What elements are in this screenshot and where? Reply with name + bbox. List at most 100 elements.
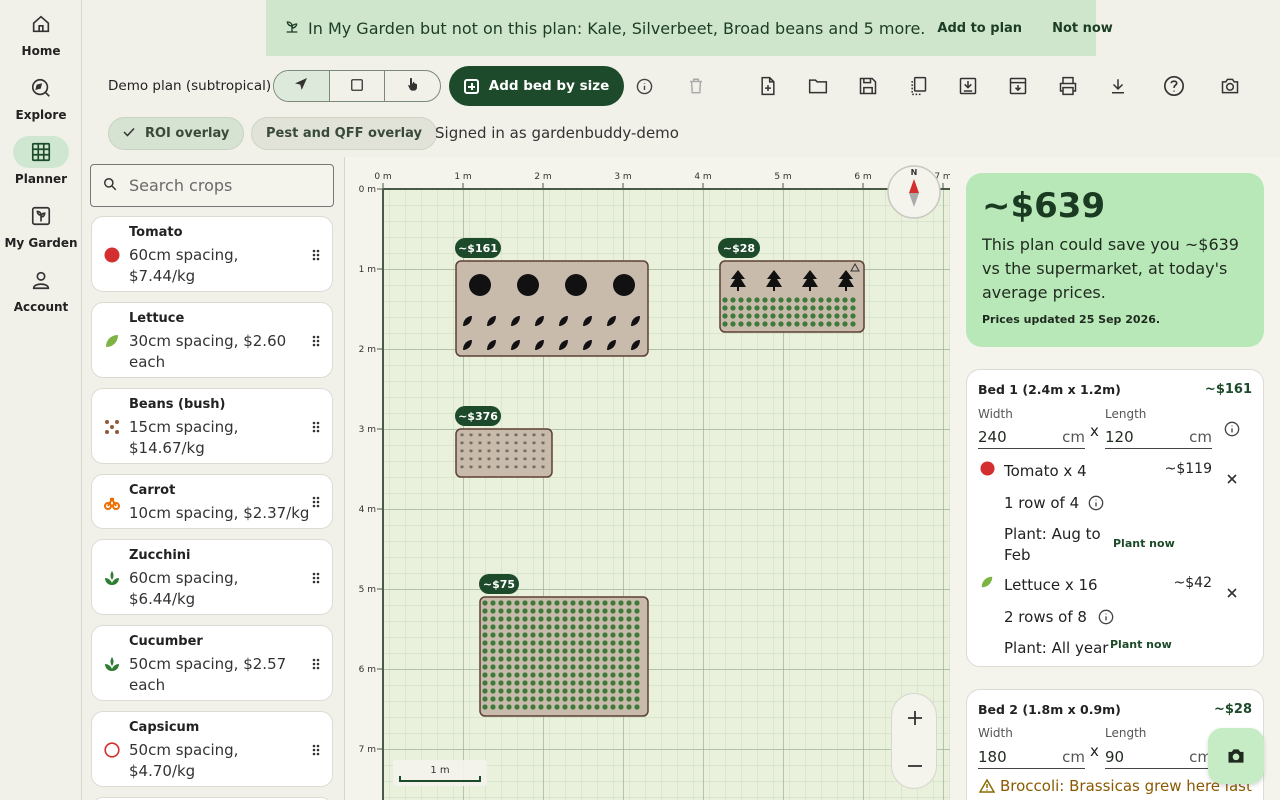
nav-planner[interactable]: Planner (0, 136, 82, 186)
y-tick-label: 0 m (359, 185, 376, 195)
compass[interactable]: N (887, 165, 941, 219)
length-field[interactable]: 120 cm (1105, 425, 1212, 449)
bed-title: Bed 1 (2.4m x 1.2m) (978, 382, 1121, 397)
width-unit: cm (1062, 427, 1085, 446)
width-field[interactable]: 240 cm (978, 425, 1085, 449)
bed-3[interactable]: * * * * * * * * * ** * * * * * * * * ** * * * * * * * * ** * * * * * * * * *… (455, 428, 553, 478)
roi-overlay-toggle[interactable]: ROI overlay (108, 117, 245, 150)
carrot-icon (104, 496, 120, 510)
camera-fab-button[interactable] (1208, 728, 1264, 784)
crop-search[interactable] (90, 164, 334, 207)
length-value: 120 (1105, 427, 1134, 446)
svg-text:1 m: 1 m (430, 765, 449, 776)
info-icon[interactable] (1098, 609, 1114, 625)
planner-canvas[interactable]: 0 m 1 m 2 m 3 m 4 m 5 m 6 m 7 m 0 m 1 m 2 m 3 m 4 m… (344, 157, 950, 800)
trash-icon (690, 78, 702, 94)
hand-pointer-icon (405, 76, 421, 96)
sidebar-nav: Home Explore Planner My Garden Account (0, 0, 82, 800)
user-icon (13, 264, 69, 296)
save-button[interactable] (856, 74, 880, 98)
nav-home[interactable]: Home (0, 8, 82, 58)
crop-card[interactable]: Carrot 10cm spacing, $2.37/kg (91, 474, 333, 529)
width-value: 180 (978, 747, 1007, 766)
length-field[interactable]: 90 cm (1105, 745, 1212, 769)
roi-overlay-label: ROI overlay (145, 126, 230, 141)
add-bed-by-size-button[interactable]: Add bed by size (449, 66, 624, 106)
remove-crop-icon[interactable] (1227, 474, 1237, 484)
info-icon[interactable] (1088, 495, 1104, 511)
drag-handle-icon[interactable] (312, 572, 320, 584)
crop-card[interactable]: Lettuce 30cm spacing, $2.60 each (91, 302, 333, 378)
bed-2[interactable] (719, 260, 865, 333)
plan-name[interactable]: Demo plan (subtropical) (108, 78, 271, 94)
drag-handle-icon[interactable] (312, 249, 320, 261)
square-icon (350, 77, 364, 96)
drag-handle-icon[interactable] (312, 335, 320, 347)
crop-card[interactable]: Beans (bush) 15cm spacing, $14.67/kg (91, 388, 333, 464)
archive-button[interactable] (1006, 74, 1030, 98)
add-box-icon (463, 78, 479, 94)
drag-handle-icon[interactable] (312, 744, 320, 756)
dimension-times: x (1090, 422, 1099, 440)
screenshot-button[interactable] (1218, 74, 1242, 98)
crop-card[interactable]: Cucumber 50cm spacing, $2.57 each (91, 625, 333, 701)
crop-name: Beans (bush) (129, 397, 226, 412)
info-button[interactable] (632, 74, 656, 98)
crop-name: Capsicum (129, 720, 200, 735)
duplicate-button[interactable] (906, 74, 930, 98)
pointer-tool[interactable] (385, 71, 440, 101)
x-tick-label: 2 m (534, 172, 551, 182)
help-button[interactable] (1162, 74, 1186, 98)
y-tick-label: 3 m (359, 425, 376, 435)
navigation-arrow-icon (293, 76, 309, 96)
zoom-out-button[interactable] (892, 746, 938, 786)
nav-explore[interactable]: Explore (0, 72, 82, 122)
select-tool[interactable] (330, 71, 386, 101)
crop-card[interactable]: Zucchini 60cm spacing, $6.44/kg (91, 539, 333, 615)
folder-icon (808, 79, 828, 94)
plus-icon (908, 711, 922, 725)
new-plan-button[interactable] (756, 74, 780, 98)
remove-crop-icon[interactable] (1227, 588, 1237, 598)
info-icon[interactable] (1224, 421, 1240, 437)
bed-4[interactable] (479, 596, 649, 717)
crop-desc: 60cm spacing, $7.44/kg (129, 246, 239, 285)
nav-my-garden[interactable]: My Garden (0, 200, 82, 250)
length-value: 90 (1105, 747, 1125, 766)
bed-crop-name: Lettuce x 16 (1004, 576, 1098, 594)
print-button[interactable] (1056, 74, 1080, 98)
crop-list: Tomato 60cm spacing, $7.44/kg Lettuce 30… (90, 214, 334, 800)
navigate-tool[interactable] (274, 71, 330, 101)
svg-text:~$75: ~$75 (483, 578, 515, 591)
garden-grid[interactable]: 0 m 1 m 2 m 3 m 4 m 5 m 6 m 7 m 0 m 1 m 2 m 3 m 4 m… (345, 157, 950, 800)
add-to-plan-button[interactable]: Add to plan (937, 21, 1022, 36)
y-tick-label: 1 m (359, 265, 376, 275)
delete-button[interactable] (684, 74, 708, 98)
bed-price-label: ~$161 (455, 238, 501, 258)
pest-overlay-label: Pest and QFF overlay (266, 126, 422, 141)
not-now-button[interactable]: Not now (1052, 21, 1113, 36)
crop-card[interactable]: Capsicum 50cm spacing, $4.70/kg (91, 711, 333, 787)
import-button[interactable] (956, 74, 980, 98)
width-unit: cm (1062, 747, 1085, 766)
bed-price-label: ~$75 (479, 574, 519, 594)
zoom-in-button[interactable] (892, 698, 938, 738)
signed-in-status: Signed in as gardenbuddy-demo (435, 124, 679, 142)
drag-handle-icon[interactable] (312, 658, 320, 670)
drag-handle-icon[interactable] (312, 421, 320, 433)
svg-text:~$161: ~$161 (458, 242, 498, 255)
crop-card[interactable]: Tomato 60cm spacing, $7.44/kg (91, 216, 333, 292)
drag-handle-icon[interactable] (312, 496, 320, 508)
bed-price-label: ~$376 (455, 406, 501, 426)
bed-1[interactable] (455, 260, 649, 357)
width-field[interactable]: 180 cm (978, 745, 1085, 769)
open-plan-button[interactable] (806, 74, 830, 98)
download-button[interactable] (1106, 74, 1130, 98)
bed-crop-rows: 2 rows of 8 (1004, 608, 1087, 626)
nav-account[interactable]: Account (0, 264, 82, 314)
beans-icon (105, 420, 119, 434)
pest-overlay-toggle[interactable]: Pest and QFF overlay (251, 117, 437, 150)
tomato-plant (469, 274, 491, 296)
x-tick-label: 6 m (854, 172, 871, 182)
search-input[interactable] (129, 176, 309, 195)
